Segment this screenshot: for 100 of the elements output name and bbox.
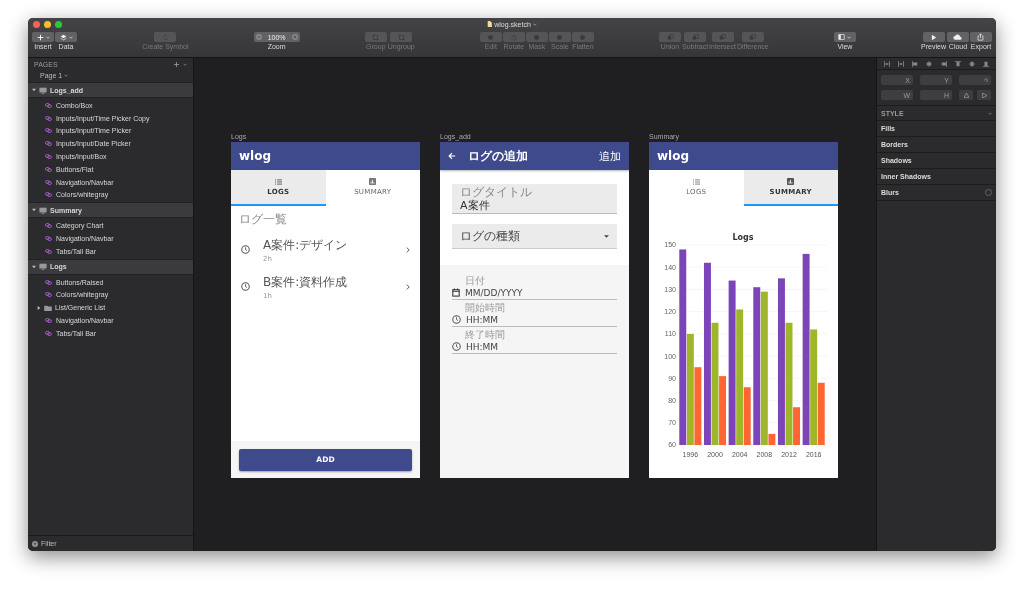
field-label: ログタイトル: [460, 186, 533, 198]
cloud-icon: [953, 34, 963, 40]
expanded-triangle-icon[interactable]: [32, 264, 36, 269]
refresh-icon: [161, 33, 169, 41]
window-icon: [838, 34, 846, 40]
caret-icon: [988, 111, 992, 115]
align-button[interactable]: [926, 60, 933, 67]
symbol-icon: [45, 318, 52, 324]
app-title: ログの追加: [468, 147, 528, 165]
text-field[interactable]: ログタイトル A案件: [452, 184, 617, 214]
align-icon: [912, 60, 919, 67]
filter-icon: [32, 540, 38, 547]
field-label: 日付: [464, 275, 486, 286]
list-icon: [274, 178, 282, 185]
arrow-left-icon: [448, 152, 456, 160]
picker-field[interactable]: HH:MM: [452, 340, 617, 354]
symbol-icon: [45, 192, 52, 198]
overlapping-squares-icon: [666, 33, 674, 41]
plus-icon[interactable]: [174, 62, 179, 67]
circle-icon: [487, 33, 495, 41]
field-value: A案件: [460, 200, 491, 211]
share-icon: [977, 33, 985, 41]
symbol-icon: [45, 115, 52, 121]
symbol-icon: [45, 279, 52, 285]
toolbar-button[interactable]: [55, 32, 77, 42]
toolbar-button[interactable]: [32, 32, 54, 42]
app-title: wlog: [239, 149, 272, 163]
field-label: 終了時間: [464, 329, 506, 340]
align-icon: [898, 60, 905, 67]
align-button[interactable]: [954, 60, 961, 67]
chevron-right-icon: [406, 283, 410, 290]
section-label: ログ一覧: [238, 211, 288, 228]
plus-icon: [292, 35, 297, 39]
symbol-icon: [45, 330, 52, 336]
document-icon: [487, 21, 493, 27]
align-icon: [884, 60, 891, 67]
clock-icon: [452, 315, 461, 324]
align-button[interactable]: [884, 60, 891, 67]
chart-title: Logs: [732, 233, 754, 242]
toolbar-button[interactable]: [833, 32, 856, 42]
align-icon: [940, 60, 947, 67]
chevron-right-icon: [406, 246, 410, 253]
zoom-in-button[interactable]: [291, 34, 298, 40]
rotation-field[interactable]: [959, 75, 991, 85]
artboard-icon: [39, 206, 47, 214]
dropdown-arrow-icon: [604, 234, 609, 238]
minus-icon: [256, 35, 261, 39]
align-button[interactable]: [982, 60, 989, 67]
toolbar-button[interactable]: [947, 32, 969, 42]
expanded-triangle-icon[interactable]: [32, 88, 36, 92]
back-button[interactable]: [448, 152, 456, 160]
flip-button[interactable]: [959, 90, 973, 100]
symbol-icon: [45, 248, 52, 254]
calendar-icon: [452, 288, 460, 297]
align-button[interactable]: [898, 60, 905, 67]
field-label: 開始時間: [464, 302, 506, 313]
align-icon: [982, 60, 989, 67]
plus-icon: [36, 33, 44, 41]
picker-field[interactable]: MM/DD/YYYY: [452, 286, 617, 300]
folder-icon: [44, 304, 52, 311]
circle-icon: [579, 33, 587, 41]
expanded-triangle-icon[interactable]: [32, 208, 36, 213]
symbol-icon: [45, 223, 52, 229]
flip-vertical-icon: [963, 92, 969, 98]
bar-chart-icon: [787, 178, 795, 185]
symbol-icon: [45, 128, 52, 134]
play-icon: [930, 33, 937, 41]
symbol-icon: [45, 292, 52, 298]
symbol-icon: [45, 102, 52, 108]
clock-icon: [452, 342, 461, 351]
item-title: B案件:資料作成: [263, 273, 349, 291]
select-field[interactable]: ログの種類: [452, 224, 617, 249]
symbol-icon: [45, 236, 52, 242]
collapsed-triangle-icon[interactable]: [37, 305, 41, 310]
align-icon: [954, 60, 961, 67]
symbol-icon: [45, 166, 52, 172]
align-button[interactable]: [940, 60, 947, 67]
align-button[interactable]: [912, 60, 919, 67]
caret-icon: [183, 63, 187, 66]
circle-icon: [556, 33, 564, 41]
symbol-icon: [45, 154, 52, 160]
bar-chart-icon: [369, 178, 377, 185]
flip-button[interactable]: [977, 90, 991, 100]
align-icon: [926, 60, 933, 67]
action-button[interactable]: 追加: [599, 148, 621, 164]
symbol-icon: [45, 179, 52, 185]
clock-icon: [241, 282, 250, 291]
flip-horizontal-icon: [981, 92, 987, 98]
overlapping-squares-icon: [719, 33, 726, 41]
artboard-icon: [39, 263, 47, 271]
overlapping-squares-icon: [691, 33, 699, 41]
align-button[interactable]: [968, 60, 975, 67]
align-icon: [968, 60, 975, 67]
toolbar-button[interactable]: [922, 32, 945, 42]
picker-field[interactable]: HH:MM: [452, 313, 617, 327]
artboard-icon: [39, 86, 47, 94]
overlapping-squares-icon: [749, 33, 757, 41]
zoom-out-button[interactable]: [255, 34, 262, 40]
symbol-icon: [45, 141, 52, 147]
clock-icon: [241, 245, 250, 254]
